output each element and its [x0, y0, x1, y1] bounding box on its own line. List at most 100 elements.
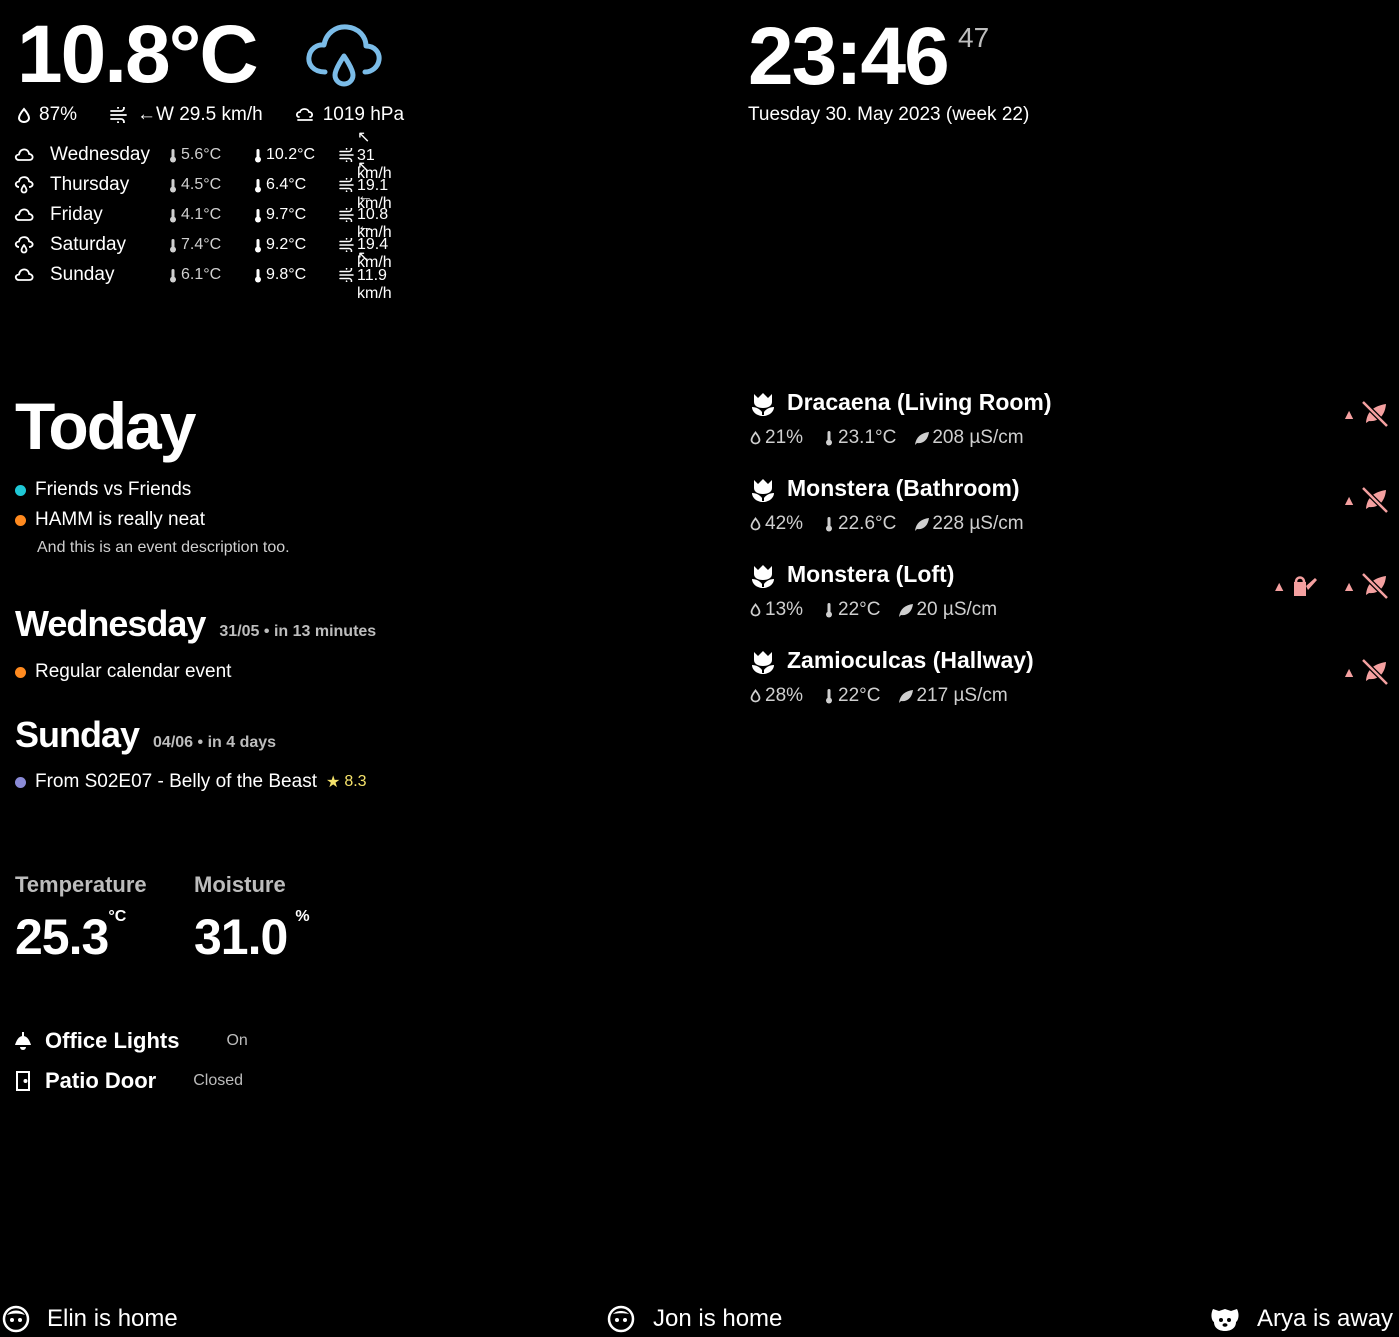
forecast-row: Sunday 6.1°C 9.8°C ↖ 11.9 km/h [14, 249, 392, 302]
device-office-lights[interactable]: Office Lights On [13, 1028, 248, 1054]
calendar-event[interactable]: HAMM is really neat [15, 509, 205, 531]
clock-seconds: 47 [958, 22, 990, 53]
dog-icon [1209, 1305, 1241, 1333]
cloud-rain-icon [305, 22, 383, 92]
thermometer-low-icon [169, 148, 181, 163]
humidity-value: 87% [39, 104, 78, 125]
event-title: HAMM is really neat [35, 509, 205, 530]
flower-tulip-icon [750, 649, 776, 675]
forecast-high: 9.2°C [254, 236, 306, 254]
forecast-row: Thursday 4.5°C 6.4°C ↖ 19.1 km/h [14, 159, 392, 212]
forecast-high: 9.7°C [254, 206, 306, 224]
plant-card[interactable]: Zamioculcas (Hallway) 28% 22°C 217 µS/cm ▲ [750, 647, 1390, 733]
thermometer-high-icon [254, 178, 266, 193]
thermometer-low-icon [169, 268, 181, 283]
event-color-dot [15, 484, 26, 496]
flower-tulip-icon [750, 477, 776, 503]
forecast-day: Friday [50, 204, 103, 225]
today-heading: Today [15, 389, 196, 463]
thermometer-icon [825, 602, 838, 618]
forecast-high-value: 9.8°C [266, 266, 307, 283]
plant-temperature: 22°C [838, 685, 881, 706]
sensor-unit: % [295, 908, 310, 925]
presence-label: Arya is away [1257, 1305, 1394, 1332]
wind-icon [109, 107, 129, 123]
plant-moisture: 13% [765, 599, 804, 620]
forecast-row: Wednesday 5.6°C 10.2°C ↖ 31 km/h [14, 129, 392, 182]
plant-card[interactable]: Dracaena (Living Room) 21% 23.1°C 208 µS/cm… [750, 389, 1390, 475]
plant-stats: 28% 22°C 217 µS/cm [750, 685, 1008, 707]
current-temperature: 10.8°C [17, 9, 259, 100]
droplet-icon [750, 689, 765, 703]
door-icon [13, 1070, 33, 1092]
temperature-sensor: Temperature 25.3°C [15, 872, 147, 966]
alert-triangle-icon: ▲ [1342, 664, 1356, 680]
cloud-rain-icon [14, 176, 40, 194]
device-patio-door[interactable]: Patio Door Closed [13, 1068, 243, 1094]
alert-triangle-icon: ▲ [1272, 578, 1287, 594]
forecast-day: Wednesday [50, 144, 150, 165]
forecast-high-value: 9.7°C [266, 206, 307, 223]
forecast-low: 5.6°C [169, 146, 221, 164]
sensor-label: Moisture [194, 872, 286, 897]
leaf-icon [897, 603, 916, 618]
clock-time: 23:46 [748, 11, 950, 102]
forecast-low: 4.5°C [169, 176, 221, 194]
sensor-unit: °C [108, 908, 127, 925]
forecast-high: 10.2°C [254, 146, 315, 164]
leaf-off-icon [1360, 485, 1390, 515]
plant-card[interactable]: Monstera (Bathroom) 42% 22.6°C 228 µS/cm ▲ [750, 475, 1390, 561]
day-name: Sunday [15, 714, 140, 755]
forecast-wind-value: ↖ 11.9 km/h [357, 249, 392, 302]
droplet-icon [750, 431, 765, 445]
droplet-icon [17, 107, 31, 123]
plant-name: Zamioculcas (Hallway) [787, 647, 1034, 673]
cloud-icon [14, 147, 40, 163]
plant-name: Dracaena (Living Room) [787, 389, 1052, 415]
alert-triangle-icon: ▲ [1342, 492, 1356, 508]
sensor-value: 25.3 [15, 909, 109, 965]
pressure-value: 1019 hPa [322, 104, 405, 125]
day-name: Wednesday [15, 603, 206, 644]
forecast-list: Wednesday 5.6°C 10.2°C ↖ 31 km/h Thursday 4.5… [14, 129, 392, 302]
presence-elin: Elin is home [2, 1305, 178, 1333]
presence-label: Jon is home [653, 1305, 783, 1332]
sensor-label: Temperature [15, 872, 147, 897]
leaf-off-icon [1360, 571, 1390, 601]
device-name: Patio Door [45, 1068, 157, 1093]
wind-icon [339, 268, 357, 282]
wind: ←W 29.5 km/h [109, 104, 263, 126]
star-icon: ★ [325, 774, 341, 791]
plant-conductivity: 208 µS/cm [932, 427, 1024, 448]
plant-alerts: ▲ ▲ [1272, 571, 1390, 601]
wind-value: ←W 29.5 km/h [137, 104, 263, 125]
event-title: Regular calendar event [35, 661, 232, 682]
forecast-day: Thursday [50, 174, 130, 195]
plant-name: Monstera (Loft) [787, 561, 955, 587]
event-title: Friends vs Friends [35, 479, 192, 500]
calendar-event[interactable]: From S02E07 - Belly of the Beast ★ 8.3 [15, 771, 367, 793]
forecast-low-value: 6.1°C [181, 266, 222, 283]
presence-label: Elin is home [47, 1305, 178, 1332]
forecast-low-value: 4.1°C [181, 206, 222, 223]
week-text: (week 22) [945, 104, 1030, 125]
thermometer-high-icon [254, 148, 266, 163]
device-name: Office Lights [45, 1028, 180, 1053]
droplet-icon [750, 517, 765, 531]
cloud-icon [14, 267, 40, 283]
plant-stats: 21% 23.1°C 208 µS/cm [750, 427, 1024, 449]
plant-card[interactable]: Monstera (Loft) 13% 22°C 20 µS/cm ▲ ▲ [750, 561, 1390, 647]
event-color-dot [15, 666, 26, 678]
forecast-high-value: 6.4°C [266, 176, 307, 193]
date-text: Tuesday 30. May 2023 [748, 104, 941, 125]
current-weather-details: 87% ←W 29.5 km/h 1019 hPa [17, 104, 404, 126]
leaf-off-icon [1360, 657, 1390, 687]
calendar-event[interactable]: Regular calendar event [15, 661, 231, 683]
device-state: On [226, 1032, 248, 1049]
forecast-high: 9.8°C [254, 266, 306, 284]
pressure: 1019 hPa [295, 104, 404, 126]
forecast-low-value: 4.5°C [181, 176, 222, 193]
calendar-day-heading: Sunday 04/06 • in 4 days [15, 714, 276, 756]
calendar-event[interactable]: Friends vs Friends [15, 479, 191, 501]
humidity: 87% [17, 104, 77, 126]
